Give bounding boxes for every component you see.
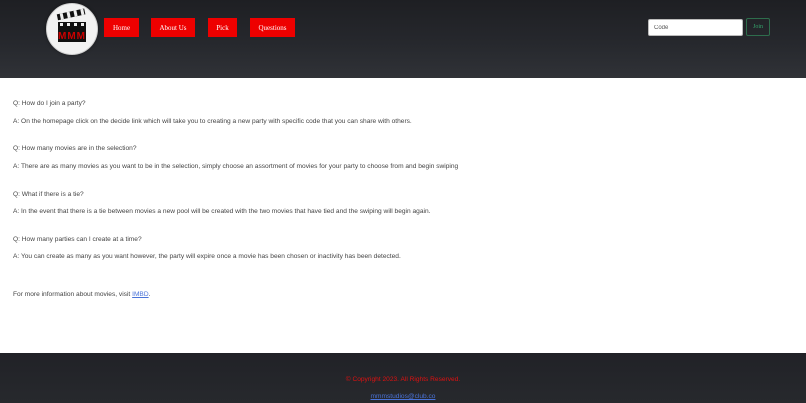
imbd-link[interactable]: IMBD	[132, 291, 148, 298]
join-button[interactable]: Join	[746, 18, 770, 36]
party-code-input[interactable]	[648, 19, 743, 36]
nav-about-us-button[interactable]: About Us	[151, 18, 195, 37]
site-footer: © Copyright 2023. All Rights Reserved. m…	[0, 353, 806, 403]
contact-email-link[interactable]: mmmstudios@club.co	[0, 393, 806, 400]
faq-answer: A: In the event that there is a tie betw…	[13, 208, 431, 215]
nav-home-button[interactable]: Home	[104, 18, 139, 37]
faq-answer: A: There are as many movies as you want …	[13, 163, 459, 170]
faq-question: Q: How many parties can I create at a ti…	[13, 236, 142, 243]
clapperboard-icon[interactable]: MMM	[46, 3, 98, 55]
faq-answer: A: On the homepage click on the decide l…	[13, 118, 412, 125]
nav-pick-button[interactable]: Pick	[208, 18, 237, 37]
more-info-suffix: .	[148, 291, 151, 298]
more-info-text: For more information about movies, visit…	[13, 291, 150, 298]
faq-question: Q: How many movies are in the selection?	[13, 145, 137, 152]
faq-answer: A: You can create as many as you want ho…	[13, 253, 401, 260]
faq-question: Q: What if there is a tie?	[13, 191, 84, 198]
nav-questions-button[interactable]: Questions	[250, 18, 295, 37]
faq-question: Q: How do I join a party?	[13, 100, 86, 107]
copyright-text: © Copyright 2023. All Rights Reserved.	[345, 376, 461, 383]
site-header: MMM Home About Us Pick Questions Join	[0, 0, 806, 78]
more-info-prefix: For more information about movies, visit	[13, 291, 133, 298]
logo-letters: MMM	[58, 31, 86, 42]
